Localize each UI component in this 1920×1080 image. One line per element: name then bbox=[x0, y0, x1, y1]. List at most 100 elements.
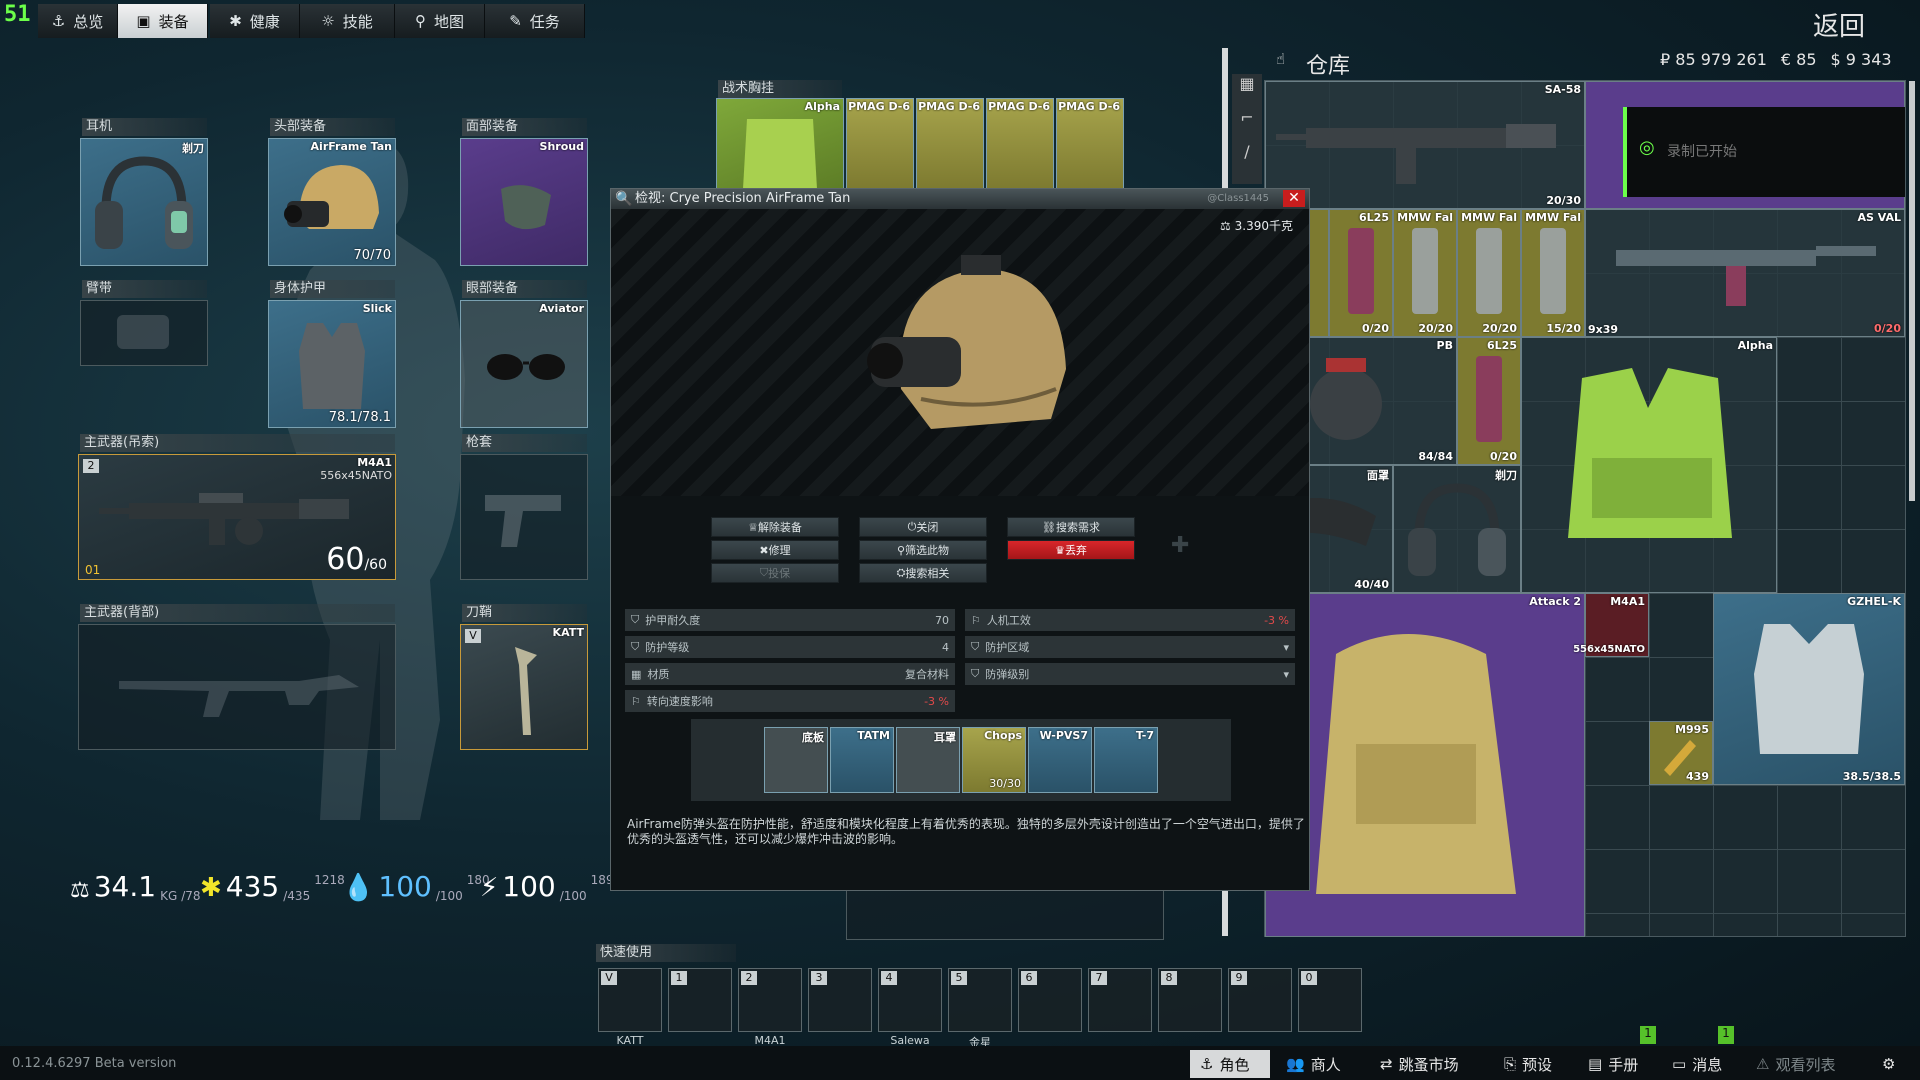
weapon-filter-icon[interactable]: ⌐ bbox=[1232, 108, 1262, 142]
primary-back-slot[interactable] bbox=[78, 624, 396, 750]
traders-button[interactable]: 👥 商人 bbox=[1276, 1050, 1366, 1078]
stash-item-sa58[interactable]: SA-58 20/30 bbox=[1265, 81, 1585, 209]
chevron-down-icon[interactable]: ▾ bbox=[1283, 641, 1289, 654]
scabbard-slot[interactable]: V KATT bbox=[460, 624, 588, 750]
filter-button[interactable]: ⚲ 筛选此物 bbox=[859, 540, 987, 560]
item-count: 0/20 bbox=[1874, 322, 1901, 335]
grid-filter-icon[interactable]: ▦ bbox=[1232, 74, 1262, 108]
stash-item-mmw-1[interactable]: MMW Fal 20/20 bbox=[1393, 209, 1457, 337]
recording-text: 录制已开始 bbox=[1667, 144, 1737, 160]
watchlist-button[interactable]: ⚠ 观看列表 bbox=[1746, 1050, 1866, 1078]
messages-button[interactable]: ▭ 消息 bbox=[1662, 1050, 1742, 1078]
mod-slot-wpvs7[interactable]: W-PVS7 bbox=[1028, 727, 1092, 793]
tab-overview[interactable]: ⚓ 总览 bbox=[38, 4, 118, 38]
button-label: 关闭 bbox=[916, 521, 939, 534]
search-need-button[interactable]: ⛓ 搜索需求 bbox=[1007, 517, 1135, 537]
tasks-icon: ✎ bbox=[509, 12, 522, 30]
slot-key: 9 bbox=[1231, 971, 1247, 985]
handbook-button[interactable]: ▤ 手册 bbox=[1578, 1050, 1658, 1078]
rig-mag-3[interactable]: PMAG D-6 bbox=[986, 98, 1054, 190]
item-name: 剃刀 bbox=[182, 142, 204, 155]
tab-skills[interactable]: ☼ 技能 bbox=[300, 4, 395, 38]
armband-slot[interactable] bbox=[80, 300, 208, 366]
quickbar-slot-7[interactable]: 7 bbox=[1088, 968, 1152, 1032]
rig-mag-1[interactable]: PMAG D-6 bbox=[846, 98, 914, 190]
body-armor-slot[interactable]: Slick 78.1/78.1 bbox=[268, 300, 396, 428]
holster-slot[interactable] bbox=[460, 454, 588, 580]
prop-protection-zones[interactable]: ⛉ 防护区域 ▾ bbox=[965, 636, 1295, 658]
stash-scrollbar[interactable] bbox=[1909, 81, 1915, 501]
chevron-down-icon[interactable]: ▾ bbox=[1283, 668, 1289, 681]
stash-item-6l25-2[interactable]: 6L25 0/20 bbox=[1457, 337, 1521, 465]
stash-item-mmw-2[interactable]: MMW Fal 20/20 bbox=[1457, 209, 1521, 337]
rig-mag-4[interactable]: PMAG D-6 bbox=[1056, 98, 1124, 190]
pockets-grid[interactable] bbox=[846, 890, 1164, 940]
primary-sling-slot[interactable]: 2 M4A1 556x45NATO 01 60/60 bbox=[78, 454, 396, 580]
crown-icon: ♛ bbox=[1055, 543, 1065, 557]
insure-button[interactable]: ⛉ 投保 bbox=[711, 563, 839, 583]
slot-key: V bbox=[601, 971, 617, 985]
settings-button[interactable]: ⚙ bbox=[1872, 1050, 1916, 1078]
prop-armor-class: ⛉ 防护等级 4 bbox=[625, 636, 955, 658]
quickbar-slot-4[interactable]: 4 bbox=[878, 968, 942, 1032]
unequip-button[interactable]: ♕ 解除装备 bbox=[711, 517, 839, 537]
stash-item-m4a1-ammo[interactable]: M4A1 556x45NATO bbox=[1573, 593, 1649, 657]
quickbar-slot-8[interactable]: 8 bbox=[1158, 968, 1222, 1032]
rig-mag-2[interactable]: PMAG D-6 bbox=[916, 98, 984, 190]
mod-slot-base[interactable]: 底板 bbox=[764, 727, 828, 793]
eyewear-slot[interactable]: Aviator bbox=[460, 300, 588, 428]
quickbar-slot-5[interactable]: 5 bbox=[948, 968, 1012, 1032]
search-related-button[interactable]: ⛭ 搜索相关 bbox=[859, 563, 987, 583]
quickbar-slot-1[interactable]: 1 bbox=[668, 968, 732, 1032]
backpack-icon bbox=[1316, 634, 1516, 894]
stash-item-headset[interactable]: 剃刀 bbox=[1393, 465, 1521, 593]
stash-item-mmw-3[interactable]: MMW Fal 15/20 bbox=[1521, 209, 1585, 337]
mod-slot-t7[interactable]: T-7 bbox=[1094, 727, 1158, 793]
item-preview[interactable]: ⚖ 3.390千克 bbox=[611, 209, 1309, 496]
mod-slot-ears[interactable]: 耳罩 bbox=[896, 727, 960, 793]
character-button[interactable]: ⚓ 角色 bbox=[1190, 1050, 1270, 1078]
close-button[interactable]: ⏻ 关闭 bbox=[859, 517, 987, 537]
earpiece-slot[interactable]: 剃刀 bbox=[80, 138, 208, 266]
item-weight: ⚖ 3.390千克 bbox=[1220, 217, 1293, 234]
tab-gear[interactable]: ▣ 装备 bbox=[118, 4, 208, 38]
quickbar-slot-3[interactable]: 3 bbox=[808, 968, 872, 1032]
stash-grid[interactable]: SA-58 20/30 录制已开始 ◎ AS VAL 0/20 6L25 0/2… bbox=[1264, 80, 1915, 937]
close-icon[interactable]: ✕ bbox=[1283, 190, 1305, 207]
stash-item-6l25[interactable]: 6L25 0/20 bbox=[1329, 209, 1393, 337]
mod-slot-chops[interactable]: Chops 30/30 bbox=[962, 727, 1026, 793]
tab-map[interactable]: ⚲ 地图 bbox=[395, 4, 485, 38]
item-description: AirFrame防弹头盔在防护性能，舒适度和模块化程度上有着优秀的表现。独特的多… bbox=[627, 817, 1305, 846]
knife-filter-icon[interactable]: / bbox=[1232, 142, 1262, 176]
flea-market-button[interactable]: ⇄ 跳蚤市场 bbox=[1370, 1050, 1490, 1078]
currency-bar: ₽ 85 979 261 € 85 $ 9 343 bbox=[1660, 50, 1892, 69]
stash-item-m995[interactable]: M995 439 bbox=[1649, 721, 1713, 785]
back-button[interactable]: 返回 bbox=[1813, 6, 1865, 43]
quickbar-slot-0[interactable]: 0 bbox=[1298, 968, 1362, 1032]
quickbar-slot-V[interactable]: V bbox=[598, 968, 662, 1032]
unequip-icon: ♕ bbox=[748, 520, 758, 534]
quickbar-slot-9[interactable]: 9 bbox=[1228, 968, 1292, 1032]
repair-button[interactable]: ✖ 修理 bbox=[711, 540, 839, 560]
tab-health[interactable]: ✱ 健康 bbox=[210, 4, 300, 38]
prop-armor-type[interactable]: ⛉ 防弹级别 ▾ bbox=[965, 663, 1295, 685]
stash-item-attack2[interactable]: Attack 2 bbox=[1265, 593, 1585, 937]
item-count: 20/20 bbox=[1418, 322, 1453, 335]
item-count: 556x45NATO bbox=[1573, 644, 1645, 655]
mod-slot-tatm[interactable]: TATM bbox=[830, 727, 894, 793]
energy-value: 435 bbox=[225, 870, 280, 903]
face-cover-slot[interactable]: Shroud bbox=[460, 138, 588, 266]
discard-button[interactable]: ♛ 丢弃 bbox=[1007, 540, 1135, 560]
stash-item-gzhel[interactable]: GZHEL-K 38.5/38.5 bbox=[1713, 593, 1905, 785]
tactical-rig-slot[interactable]: Alpha bbox=[716, 98, 844, 190]
headwear-slot[interactable]: AirFrame Tan 70/70 bbox=[268, 138, 396, 266]
tab-tasks[interactable]: ✎ 任务 bbox=[485, 4, 585, 38]
stash-item-alpha-rig[interactable]: Alpha bbox=[1521, 337, 1777, 593]
anchor-icon: ⚓ bbox=[51, 12, 66, 30]
item-name: 耳罩 bbox=[934, 731, 956, 744]
inspect-title-bar[interactable]: 🔍 检视: Crye Precision AirFrame Tan @Class… bbox=[611, 189, 1309, 209]
presets-button[interactable]: ⎘ 预设 bbox=[1494, 1050, 1574, 1078]
stash-item-9x39[interactable]: 9x39 bbox=[1585, 311, 1645, 337]
quickbar-slot-2[interactable]: 2 bbox=[738, 968, 802, 1032]
quickbar-slot-6[interactable]: 6 bbox=[1018, 968, 1082, 1032]
